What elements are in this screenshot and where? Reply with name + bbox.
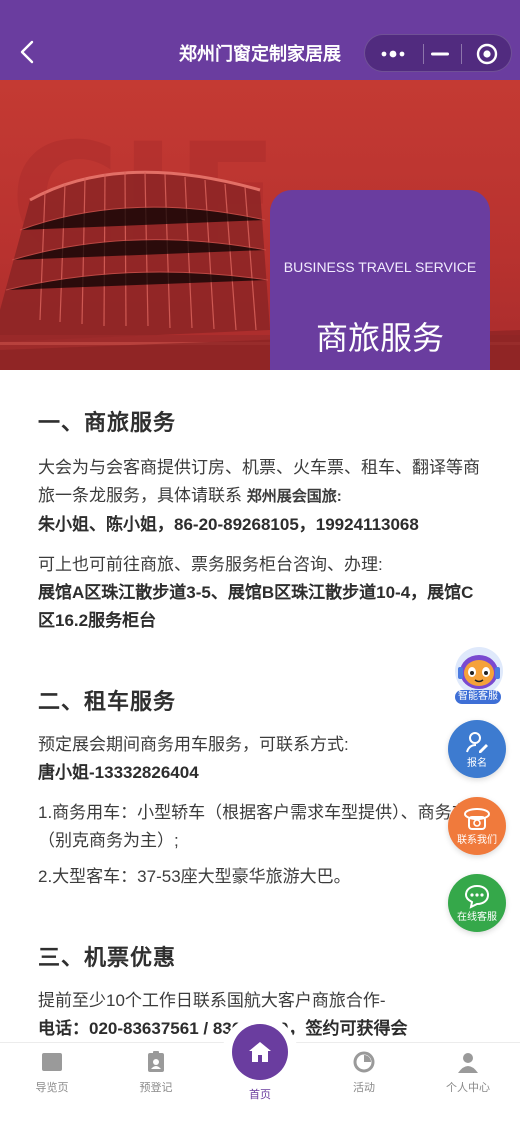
home-icon — [249, 1042, 271, 1062]
top-bar: 郑州门窗定制家居展 — [0, 0, 520, 80]
guide-icon — [42, 1053, 62, 1071]
car-rental-item: 2.大型客车：37-53座大型豪华旅游大巴。 — [38, 867, 351, 886]
car-rental-item: 1.商务用车：小型轿车（根据客户需求车型提供）、商务车（别克商务为主）; — [38, 803, 469, 850]
section-title-car-rental: 二、租车服务 — [38, 689, 177, 714]
service-counters: 展馆A区珠江散步道3-5、展馆B区珠江散步道10-4，展馆C区16.2服务柜台 — [38, 583, 474, 630]
nav-item-activity[interactable]: 活动 — [312, 1043, 416, 1128]
section-title-business-travel: 一、商旅服务 — [38, 410, 177, 435]
contact-us-button[interactable]: 联系我们 — [448, 797, 506, 855]
nav-label: 个人中心 — [446, 1082, 490, 1094]
capsule-divider — [461, 44, 462, 64]
miniprogram-capsule — [364, 34, 512, 72]
air-ticket-intro: 提前至少10个工作日联系国航大客户商旅合作- — [38, 991, 386, 1010]
more-icon[interactable] — [379, 45, 407, 63]
nav-item-home[interactable] — [232, 1024, 288, 1080]
card-english-title: BUSINESS TRAVEL SERVICE — [283, 259, 477, 275]
capsule-divider — [423, 44, 424, 64]
chat-bubble-icon — [464, 884, 490, 909]
nav-item-profile[interactable]: 个人中心 — [416, 1043, 520, 1128]
activity-icon — [353, 1051, 375, 1073]
nav-label: 导览页 — [35, 1082, 69, 1094]
close-circle-icon[interactable] — [475, 42, 499, 66]
agency-name: 郑州展会国旅: — [246, 488, 342, 505]
register-label: 报名 — [467, 758, 487, 769]
nav-label: 活动 — [353, 1082, 375, 1094]
car-rental-contact: 唐小姐-13332826404 — [38, 763, 199, 782]
hero-banner: CIF BUSINESS TRAVEL SERVICE 商旅服务 — [0, 80, 520, 370]
register-button[interactable]: 报名 — [448, 720, 506, 778]
clipboard-icon — [148, 1051, 164, 1072]
online-service-button[interactable]: 在线客服 — [448, 874, 506, 932]
person-icon — [458, 1053, 478, 1073]
smart-service-label[interactable]: 智能客服 — [455, 690, 501, 704]
nav-label: 预登记 — [139, 1082, 173, 1094]
minimize-icon[interactable] — [429, 44, 451, 64]
card-chinese-title: 商旅服务 — [315, 320, 444, 356]
telephone-icon — [464, 808, 490, 830]
nav-item-guide[interactable]: 导览页 — [0, 1043, 104, 1128]
business-travel-intro: 大会为与会客商提供订房、机票、火车票、租车、翻译等商旅一条龙服务，具体请联系 郑… — [38, 454, 488, 511]
counter-intro: 可上也可前往商旅、票务服务柜台咨询、办理: — [38, 555, 383, 574]
edit-user-icon — [466, 732, 488, 753]
nav-item-preregister[interactable]: 预登记 — [104, 1043, 208, 1128]
business-travel-contacts: 朱小姐、陈小姐，86-20-89268105，19924113068 — [38, 515, 419, 534]
contact-us-label: 联系我们 — [457, 835, 497, 846]
nav-label-home[interactable]: 首页 — [222, 1086, 298, 1102]
service-card: BUSINESS TRAVEL SERVICE 商旅服务 — [270, 190, 490, 370]
online-service-label: 在线客服 — [457, 912, 497, 923]
car-rental-intro: 预定展会期间商务用车服务，可联系方式: — [38, 735, 349, 754]
section-title-air-tickets: 三、机票优惠 — [38, 945, 177, 970]
article-content: 一、商旅服务 大会为与会客商提供订房、机票、火车票、租车、翻译等商旅一条龙服务，… — [38, 408, 488, 1043]
